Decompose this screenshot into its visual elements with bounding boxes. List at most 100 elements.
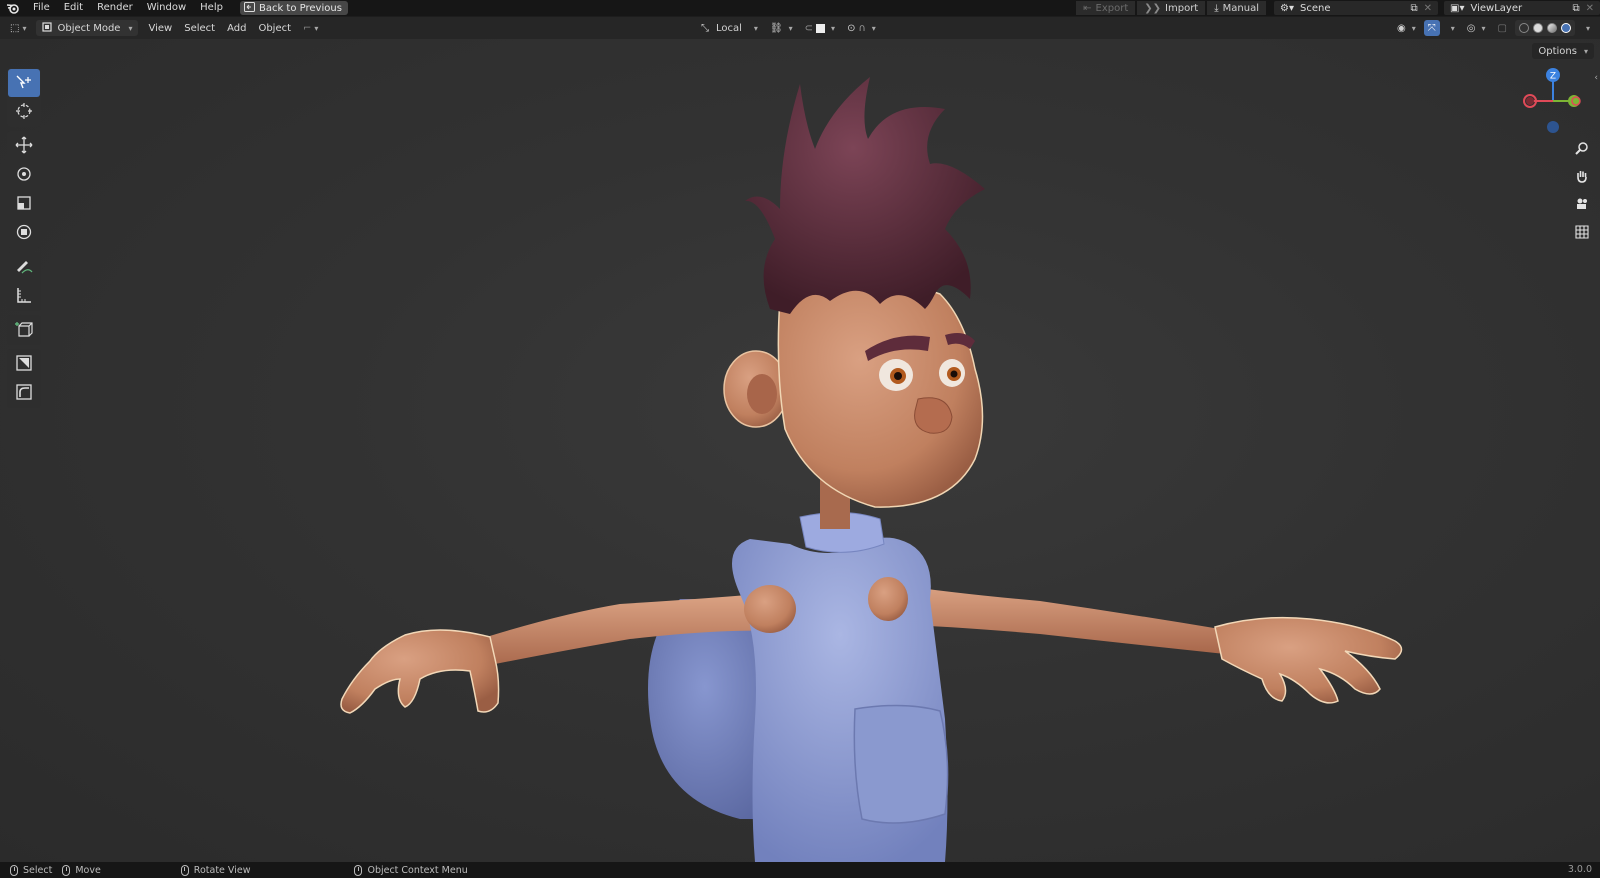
- back-icon: [243, 1, 255, 15]
- solid-shading-icon[interactable]: [1532, 23, 1543, 33]
- hand-pan-icon[interactable]: [1571, 165, 1593, 187]
- gpencil-options-button[interactable]: ⌐ ▾: [297, 20, 324, 36]
- viewlayer-selector[interactable]: ▣▾ ViewLayer ⧉ ✕: [1444, 1, 1600, 15]
- right-hand: [1214, 616, 1403, 704]
- mode-dropdown[interactable]: Object Mode ▾: [36, 20, 139, 36]
- tool-10[interactable]: [8, 350, 40, 378]
- import-button[interactable]: ❯❯ Import: [1137, 1, 1206, 15]
- back-to-previous-button[interactable]: Back to Previous: [239, 1, 348, 15]
- menu-edit[interactable]: Edit: [57, 0, 90, 16]
- manual-button[interactable]: ⤓ Manual: [1207, 1, 1266, 15]
- export-button[interactable]: ⇤ Export: [1076, 1, 1136, 15]
- grid-view-icon[interactable]: [1571, 221, 1593, 243]
- menu-file[interactable]: File: [26, 0, 57, 16]
- navigation-gizmo[interactable]: Z: [1516, 65, 1586, 145]
- visibility-dropdown[interactable]: ◉ ▾: [1393, 20, 1420, 36]
- delete-viewlayer-icon[interactable]: ✕: [1586, 3, 1594, 14]
- orientation-dropdown[interactable]: ⤡ Local ▾: [697, 20, 762, 36]
- add-cube-tool[interactable]: [8, 316, 40, 344]
- menu-add[interactable]: Add: [221, 20, 252, 36]
- material-shading-icon[interactable]: [1546, 23, 1557, 33]
- chevron-down-icon: ▾: [128, 23, 133, 33]
- chevron-down-icon: ▾: [1411, 23, 1416, 33]
- move-icon: [15, 136, 33, 157]
- mode-label: Object Mode: [57, 22, 121, 34]
- pivot-dropdown[interactable]: ⛓ ▾: [765, 20, 797, 36]
- status-bar: Select Move Rotate View Object Context M…: [0, 862, 1600, 878]
- proportional-edit-toggle[interactable]: ⊙ ∩ ▾: [843, 20, 880, 36]
- shading-dropdown[interactable]: ▾: [1578, 20, 1594, 36]
- zoom-icon[interactable]: [1571, 137, 1593, 159]
- manual-label: Manual: [1222, 2, 1259, 14]
- scale-tool[interactable]: [8, 190, 40, 218]
- gizmo-toggle[interactable]: ⤧: [1423, 20, 1440, 36]
- right-shoulder: [868, 577, 908, 621]
- scene-selector[interactable]: ⚙▾ Scene ⧉ ✕: [1274, 1, 1438, 15]
- scene-name: Scene: [1299, 2, 1331, 14]
- back-to-previous-label: Back to Previous: [258, 2, 342, 14]
- add-cube-icon: [14, 319, 34, 342]
- overlays-icon: ◎: [1466, 22, 1476, 34]
- wireframe-shading-icon[interactable]: [1518, 23, 1529, 33]
- import-arrows-icon: ❯❯: [1144, 2, 1162, 14]
- snap-toggle[interactable]: ⊂ ▾: [800, 20, 840, 36]
- transform-tool-group: [7, 131, 41, 248]
- overlays-toggle[interactable]: ◎ ▾: [1462, 20, 1490, 36]
- gizmo-dropdown[interactable]: ▾: [1443, 20, 1459, 36]
- eye-icon: ◉: [1397, 22, 1406, 34]
- rotate-icon: [15, 165, 33, 186]
- transform-controls: ⤡ Local ▾ ⛓ ▾ ⊂ ▾ ⊙ ∩ ▾: [697, 20, 880, 36]
- square-diagonal-icon: [15, 354, 33, 375]
- tool-11[interactable]: [8, 379, 40, 407]
- status-move-label: Move: [75, 864, 101, 876]
- export-label: Export: [1095, 2, 1129, 14]
- status-context-menu: Object Context Menu: [354, 864, 468, 876]
- left-hand: [340, 629, 500, 714]
- object-mode-icon: [42, 21, 53, 35]
- pencil-icon: [14, 257, 34, 278]
- status-move: Move: [62, 864, 101, 876]
- blender-logo-icon[interactable]: [0, 0, 26, 16]
- menu-view[interactable]: View: [142, 20, 178, 36]
- download-icon: ⤓: [1214, 2, 1219, 14]
- new-scene-icon[interactable]: ⧉: [1410, 3, 1417, 14]
- annotate-tool[interactable]: [8, 253, 40, 281]
- menu-select[interactable]: Select: [178, 20, 221, 36]
- 3d-viewport[interactable]: Options ▾ Z ‹: [0, 39, 1600, 862]
- editor-type-icon: ⬚: [10, 22, 20, 34]
- new-viewlayer-icon[interactable]: ⧉: [1572, 3, 1579, 14]
- xray-toggle[interactable]: ▢: [1493, 20, 1511, 36]
- magnet-icon: ⊂: [804, 22, 814, 34]
- shading-modes: [1514, 20, 1575, 36]
- menu-object[interactable]: Object: [252, 20, 297, 36]
- menu-help[interactable]: Help: [193, 0, 230, 16]
- delete-scene-icon[interactable]: ✕: [1424, 3, 1432, 14]
- character-model[interactable]: [0, 39, 1600, 862]
- snap-target-icon: [816, 23, 826, 33]
- chevron-down-icon: ▾: [753, 23, 758, 33]
- camera-icon[interactable]: [1571, 193, 1593, 215]
- rotate-tool[interactable]: [8, 161, 40, 189]
- select-box-tool[interactable]: [8, 69, 40, 97]
- menu-render[interactable]: Render: [90, 0, 140, 16]
- chevron-down-icon: ▾: [1481, 23, 1486, 33]
- move-tool[interactable]: [8, 132, 40, 160]
- import-label: Import: [1165, 2, 1199, 14]
- cursor-tool[interactable]: [8, 98, 40, 126]
- select-tool-group: [7, 68, 41, 127]
- export-icon: ⇤: [1083, 2, 1092, 14]
- hair: [745, 77, 985, 314]
- measure-tool[interactable]: [8, 282, 40, 310]
- sidebar-toggle[interactable]: ‹: [1594, 73, 1598, 83]
- transform-tool[interactable]: [8, 219, 40, 247]
- options-dropdown[interactable]: Options ▾: [1532, 43, 1594, 59]
- gizmo-icon: ⤧: [1427, 22, 1436, 34]
- gizmo-z-label: Z: [1550, 72, 1556, 82]
- left-shoulder: [744, 585, 796, 633]
- viewlayer-name: ViewLayer: [1470, 2, 1523, 14]
- menu-window[interactable]: Window: [140, 0, 193, 16]
- orientation-label: Local: [716, 22, 742, 34]
- rendered-shading-icon[interactable]: [1560, 23, 1571, 33]
- editor-type-button[interactable]: ⬚ ▾: [4, 20, 32, 36]
- chevron-down-icon: ▾: [314, 23, 319, 33]
